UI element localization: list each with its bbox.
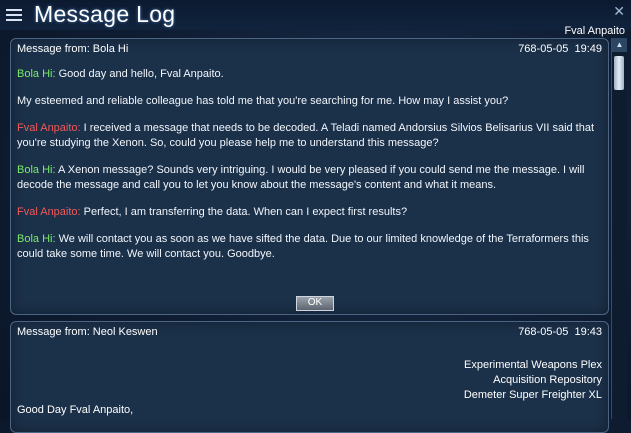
ok-button[interactable]: OK	[296, 296, 334, 311]
message-line: Fval Anpaito: I received a message that …	[17, 121, 602, 151]
line-text: My esteemed and reliable colleague has t…	[17, 95, 509, 107]
line-text: Perfect, I am transferring the data. Whe…	[80, 206, 408, 218]
message-body: Bola Hi: Good day and hello, Fval Anpait…	[17, 67, 602, 274]
speaker-name: Bola Hi:	[17, 164, 56, 176]
message-timestamp: 768-05-05 19:49	[518, 43, 602, 55]
message-from: Message from: Bola Hi	[17, 43, 129, 55]
scroll-thumb[interactable]	[614, 56, 624, 90]
message-line: Bola Hi: A Xenon message? Sounds very in…	[17, 163, 602, 193]
speaker-name: Bola Hi:	[17, 68, 56, 80]
message-card: Message from: Neol Keswen 768-05-05 19:4…	[10, 321, 609, 433]
line-text: Good day and hello, Fval Anpaito.	[55, 68, 224, 80]
window-title: Message Log	[34, 1, 176, 27]
address-line: Acquisition Repository	[493, 374, 602, 386]
address-block: Experimental Weapons Plex Acquisition Re…	[464, 358, 602, 403]
speaker-name: Fval Anpaito:	[17, 206, 81, 218]
address-line: Experimental Weapons Plex	[464, 359, 602, 371]
message-card: Message from: Bola Hi 768-05-05 19:49 Bo…	[10, 38, 609, 315]
line-text: A Xenon message? Sounds very intriguing.…	[17, 164, 585, 191]
message-line: My esteemed and reliable colleague has t…	[17, 94, 602, 109]
owner-name: Fval Anpaito	[564, 25, 625, 37]
message-time: 19:49	[574, 43, 602, 55]
line-text: I received a message that needs to be de…	[17, 122, 595, 149]
message-timestamp: 768-05-05 19:43	[518, 326, 602, 338]
speaker-name: Fval Anpaito:	[17, 122, 81, 134]
message-line: Fval Anpaito: Perfect, I am transferring…	[17, 205, 602, 220]
address-line: Demeter Super Freighter XL	[463, 389, 602, 401]
message-line: Bola Hi: Good day and hello, Fval Anpait…	[17, 67, 602, 82]
title-bar: Message Log ✕	[0, 0, 631, 30]
message-time: 19:43	[574, 326, 602, 338]
speaker-name: Bola Hi:	[17, 233, 56, 245]
message-line: Bola Hi: We will contact you as soon as …	[17, 232, 602, 262]
message-from: Message from: Neol Keswen	[17, 326, 158, 338]
message-date: 768-05-05	[518, 43, 569, 55]
line-text: We will contact you as soon as we have s…	[17, 233, 589, 260]
greeting: Good Day Fval Anpaito,	[17, 404, 134, 416]
close-icon[interactable]: ✕	[613, 4, 625, 18]
menu-icon[interactable]	[6, 6, 24, 24]
scroll-up-icon[interactable]: ▲	[612, 38, 627, 52]
scrollbar[interactable]: ▲	[611, 38, 627, 419]
message-date: 768-05-05	[518, 326, 569, 338]
